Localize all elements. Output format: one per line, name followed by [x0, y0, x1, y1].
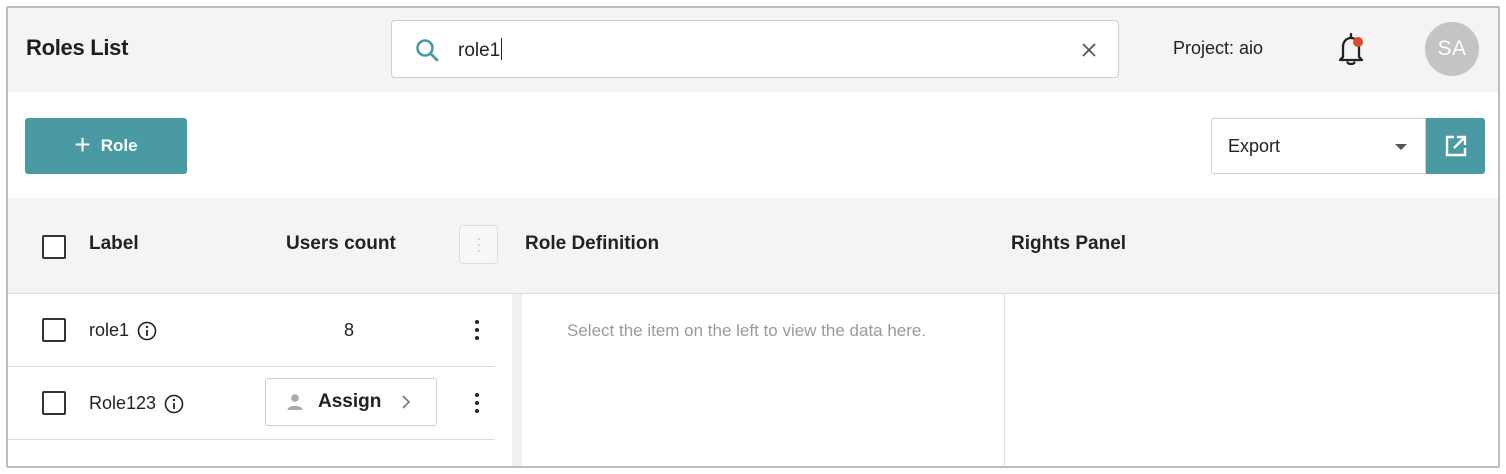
- open-external-button[interactable]: [1426, 118, 1485, 174]
- row-label[interactable]: role1: [89, 320, 157, 341]
- assign-label: Assign: [318, 391, 382, 412]
- user-icon: [287, 394, 303, 410]
- info-icon[interactable]: [137, 321, 157, 341]
- panel-divider[interactable]: [512, 294, 522, 466]
- notification-dot: [1353, 37, 1363, 47]
- search-icon: [416, 39, 439, 62]
- add-role-button[interactable]: + Role: [25, 118, 187, 174]
- users-count: 8: [344, 320, 355, 340]
- row-checkbox[interactable]: [42, 391, 66, 415]
- export-selected-value: Export: [1228, 136, 1281, 156]
- role-definition-placeholder: Select the item on the left to view the …: [567, 321, 927, 340]
- search-value: role1: [458, 38, 503, 61]
- chevron-right-icon: [402, 395, 411, 409]
- role-name: role1: [89, 320, 130, 340]
- column-header-label[interactable]: Label: [89, 233, 139, 255]
- role-name: Role123: [89, 393, 157, 413]
- column-menu-button[interactable]: [459, 225, 498, 264]
- chevron-down-icon: [1395, 144, 1407, 150]
- column-header-role-definition: Role Definition: [525, 233, 660, 254]
- table-row[interactable]: Role123 Assign: [8, 367, 495, 440]
- table-row[interactable]: role1 8: [8, 294, 495, 367]
- page-title: Roles List: [26, 35, 129, 60]
- search-input[interactable]: role1: [391, 20, 1119, 78]
- column-header-users-count[interactable]: Users count: [286, 233, 396, 255]
- row-checkbox[interactable]: [42, 318, 66, 342]
- app-window: Roles List role1 Project: aio SA + Role …: [6, 6, 1500, 468]
- export-select[interactable]: Export: [1211, 118, 1426, 174]
- assign-users-button[interactable]: Assign: [265, 378, 437, 426]
- plus-icon: +: [74, 128, 91, 160]
- external-link-icon: [1445, 135, 1466, 157]
- project-label[interactable]: Project: aio: [1173, 38, 1263, 59]
- info-icon[interactable]: [164, 394, 184, 414]
- column-header-rights-panel: Rights Panel: [1011, 233, 1127, 254]
- add-role-label: Role: [100, 136, 138, 155]
- avatar[interactable]: SA: [1425, 22, 1479, 76]
- row-menu-icon[interactable]: [473, 391, 481, 415]
- row-menu-icon[interactable]: [473, 318, 481, 342]
- top-header: Roles List role1 Project: aio SA: [8, 8, 1498, 92]
- panel-divider-line: [1004, 294, 1005, 466]
- bell-icon[interactable]: [1334, 31, 1368, 67]
- select-all-checkbox[interactable]: [42, 235, 66, 259]
- table-header: Label Users count Role Definition Rights…: [8, 198, 1498, 294]
- row-label[interactable]: Role123: [89, 393, 184, 414]
- close-icon[interactable]: [1078, 39, 1100, 61]
